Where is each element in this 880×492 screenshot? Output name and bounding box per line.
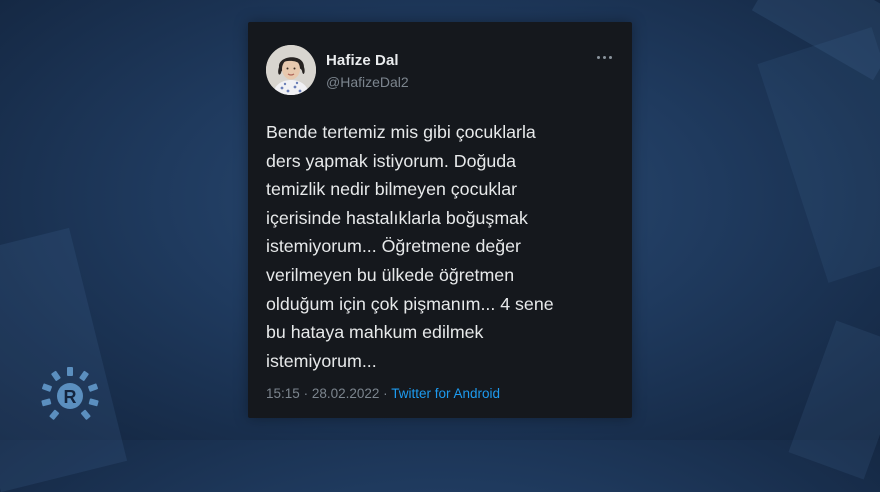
background-shape-right-mid: [757, 27, 880, 283]
more-options-icon[interactable]: [594, 52, 614, 62]
author-handle[interactable]: @HafizeDal2: [326, 74, 409, 90]
svg-text:R: R: [64, 387, 77, 407]
background-shape-right-bottom: [788, 320, 880, 480]
avatar[interactable]: [266, 45, 316, 95]
profile-photo-icon: [266, 45, 316, 95]
tweet-time[interactable]: 15:15: [266, 386, 300, 401]
tweet-source-link[interactable]: Twitter for Android: [391, 386, 500, 401]
author-name[interactable]: Hafize Dal: [326, 52, 399, 69]
tweet-date[interactable]: 28.02.2022: [312, 386, 380, 401]
meta-separator-1: ·: [303, 386, 309, 401]
background-shape-left: [0, 227, 128, 492]
tweet-meta: 15:15 · 28.02.2022 · Twitter for Android: [266, 386, 500, 401]
meta-separator-2: ·: [383, 386, 388, 401]
tweet-card: Hafize Dal @HafizeDal2 Bende tertemiz mi…: [248, 22, 632, 418]
rudaw-logo: R: [41, 367, 99, 420]
tweet-text: Bende tertemiz mis gibi çocuklarla ders …: [266, 122, 554, 371]
